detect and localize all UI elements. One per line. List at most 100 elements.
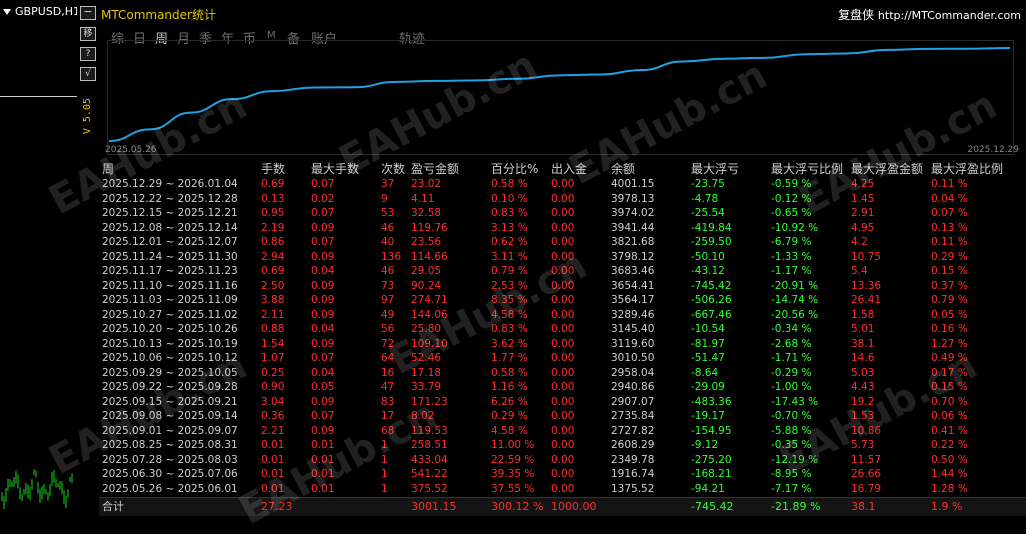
table-cell: 1.07	[261, 352, 285, 364]
table-cell: 0.00	[551, 221, 575, 234]
table-cell: 2025.10.27 ~ 2025.11.02	[102, 308, 238, 321]
table-row[interactable]: 2025.09.08 ~ 2025.09.14 0.36 0.07 17 8.02 0.2…	[99, 409, 1026, 424]
table-cell: -1.00 %	[771, 381, 812, 393]
table-cell: -0.65 %	[771, 207, 812, 219]
column-header[interactable]: 盈亏金额	[411, 161, 489, 177]
table-cell: 2.50	[261, 279, 285, 292]
chart-start-label: 2025.05.26	[105, 145, 157, 155]
table-cell: -29.09	[691, 381, 725, 393]
table-cell: 9	[381, 192, 388, 205]
table-row[interactable]: 2025.12.08 ~ 2025.12.14 2.19 0.09 46 119.76 3…	[99, 221, 1026, 236]
table-cell: 4.2	[851, 236, 868, 248]
table-cell: 2.19	[261, 221, 285, 234]
table-cell: 0.01	[311, 468, 335, 480]
table-cell: 3941.44	[611, 221, 655, 234]
table-cell: -1.17 %	[771, 265, 812, 277]
table-cell: 2.91	[851, 207, 875, 219]
table-cell: 4.58 %	[491, 424, 528, 437]
table-cell: 0.95	[261, 207, 285, 219]
table-cell: -0.35 %	[771, 439, 812, 451]
price-chart-pane[interactable]: GBPUSD,H1	[0, 0, 98, 521]
column-header[interactable]: 最大手数	[311, 161, 379, 177]
equity-line	[108, 47, 1011, 142]
table-row[interactable]: 2025.10.13 ~ 2025.10.19 1.54 0.09 72 109.10 3…	[99, 337, 1026, 352]
table-cell: 0.83 %	[491, 207, 528, 219]
column-header[interactable]: 出入金	[551, 161, 609, 177]
table-row[interactable]: 2025.12.15 ~ 2025.12.21 0.95 0.07 53 32.58 0.…	[99, 206, 1026, 221]
table-row[interactable]: 2025.12.01 ~ 2025.12.07 0.86 0.07 40 23.56 0.…	[99, 235, 1026, 250]
table-cell: -154.95	[691, 424, 732, 437]
column-header[interactable]: 周	[102, 161, 257, 177]
table-row[interactable]: 2025.10.06 ~ 2025.10.12 1.07 0.07 64 52.46 1.…	[99, 351, 1026, 366]
table-cell: 32.58	[411, 207, 442, 219]
confirm-button[interactable]: √	[80, 67, 96, 81]
table-cell: 119.53	[411, 424, 448, 437]
table-cell: -81.97	[691, 337, 725, 350]
table-cell: 0.36	[261, 410, 285, 422]
table-cell: -10.54	[691, 323, 725, 335]
table-cell: 0.17 %	[931, 366, 968, 379]
collapse-button[interactable]: −	[80, 6, 96, 20]
table-row[interactable]: 2025.08.25 ~ 2025.08.31 0.01 0.01 1 258.51 11…	[99, 438, 1026, 453]
table-cell: 14.6	[851, 352, 875, 364]
app-title: MTCommander统计	[101, 8, 216, 22]
column-header[interactable]: 最大浮亏比例	[771, 161, 849, 177]
table-cell: 1	[381, 468, 388, 480]
column-header[interactable]: 最大浮亏	[691, 161, 769, 177]
move-button[interactable]: 移	[80, 27, 96, 41]
table-cell: 0.00	[551, 352, 575, 364]
column-header[interactable]: 手数	[261, 161, 309, 177]
total-cell: 300.12 %	[491, 500, 544, 513]
table-row[interactable]: 2025.06.30 ~ 2025.07.06 0.01 0.01 1 541.22 39…	[99, 467, 1026, 482]
table-cell: 23.02	[411, 178, 442, 190]
table-cell: 2727.82	[611, 424, 655, 437]
version-text: V 5.05	[82, 98, 93, 135]
table-cell: 46	[381, 221, 395, 234]
total-cell: 27.23	[261, 500, 293, 513]
table-cell: 0.50 %	[931, 453, 968, 466]
table-cell: 1.28 %	[931, 482, 968, 495]
column-header[interactable]: 最大浮盈比例	[931, 161, 1021, 177]
table-cell: 4.11	[411, 192, 435, 205]
help-button[interactable]: ?	[80, 47, 96, 61]
table-row[interactable]: 2025.05.26 ~ 2025.06.01 0.01 0.01 1 375.52 37…	[99, 482, 1026, 497]
table-cell: 2.53 %	[491, 279, 528, 292]
table-cell: -168.21	[691, 468, 732, 480]
table-row[interactable]: 2025.09.01 ~ 2025.09.07 2.21 0.09 68 119.53 4…	[99, 424, 1026, 439]
table-cell: 2025.10.13 ~ 2025.10.19	[102, 337, 238, 350]
table-row[interactable]: 2025.12.29 ~ 2026.01.04 0.69 0.07 37 23.02 0.…	[99, 177, 1026, 192]
table-cell: -483.36	[691, 395, 732, 408]
total-cell: 3001.15	[411, 500, 457, 513]
table-row[interactable]: 2025.11.17 ~ 2025.11.23 0.69 0.04 46 29.05 0.…	[99, 264, 1026, 279]
table-row[interactable]: 2025.07.28 ~ 2025.08.03 0.01 0.01 1 433.04 22…	[99, 453, 1026, 468]
table-row[interactable]: 2025.10.20 ~ 2025.10.26 0.88 0.04 56 25.80 0.…	[99, 322, 1026, 337]
table-cell: 2349.78	[611, 453, 655, 466]
brand-link[interactable]: 复盘侠 http://MTCommander.com	[838, 6, 1021, 23]
table-cell: 136	[381, 250, 402, 263]
table-row[interactable]: 2025.12.22 ~ 2025.12.28 0.13 0.02 9 4.11 0.10…	[99, 192, 1026, 207]
table-row[interactable]: 2025.09.22 ~ 2025.09.28 0.90 0.05 47 33.79 1.…	[99, 380, 1026, 395]
column-header[interactable]: 百分比%	[491, 161, 551, 177]
table-cell: 17.18	[411, 366, 442, 379]
table-row[interactable]: 2025.11.24 ~ 2025.11.30 2.94 0.09 136 114.66…	[99, 250, 1026, 265]
table-cell: -10.92 %	[771, 221, 819, 234]
totals-row-content: 合计 27.23 3001.15 300.12 % 1000.00 -745.42 -21.…	[99, 498, 1026, 516]
table-cell: 0.90	[261, 381, 285, 393]
symbol-label: GBPUSD,H1	[3, 5, 80, 18]
table-row[interactable]: 2025.11.03 ~ 2025.11.09 3.88 0.09 97 274.71 8…	[99, 293, 1026, 308]
table-cell: 2025.08.25 ~ 2025.08.31	[102, 439, 238, 451]
table-row[interactable]: 2025.09.29 ~ 2025.10.05 0.25 0.04 16 17.18 0.…	[99, 366, 1026, 381]
table-cell: 0.04 %	[931, 192, 968, 205]
table-row[interactable]: 2025.09.15 ~ 2025.09.21 3.04 0.09 83 171.23 6…	[99, 395, 1026, 410]
column-header[interactable]: 次数	[381, 161, 411, 177]
column-header[interactable]: 余额	[611, 161, 689, 177]
table-row[interactable]: 2025.10.27 ~ 2025.11.02 2.11 0.09 49 144.06 4…	[99, 308, 1026, 323]
table-cell: 0.79 %	[491, 265, 528, 277]
table-row[interactable]: 2025.11.10 ~ 2025.11.16 2.50 0.09 73 90.24 2.…	[99, 279, 1026, 294]
column-header[interactable]: 最大浮盈金额	[851, 161, 929, 177]
table-cell: 1375.52	[611, 482, 655, 495]
table-cell: 2907.07	[611, 395, 655, 408]
table-cell: 2025.06.30 ~ 2025.07.06	[102, 468, 238, 480]
brand-url[interactable]: http://MTCommander.com	[878, 9, 1021, 22]
table-cell: 375.52	[411, 482, 448, 495]
